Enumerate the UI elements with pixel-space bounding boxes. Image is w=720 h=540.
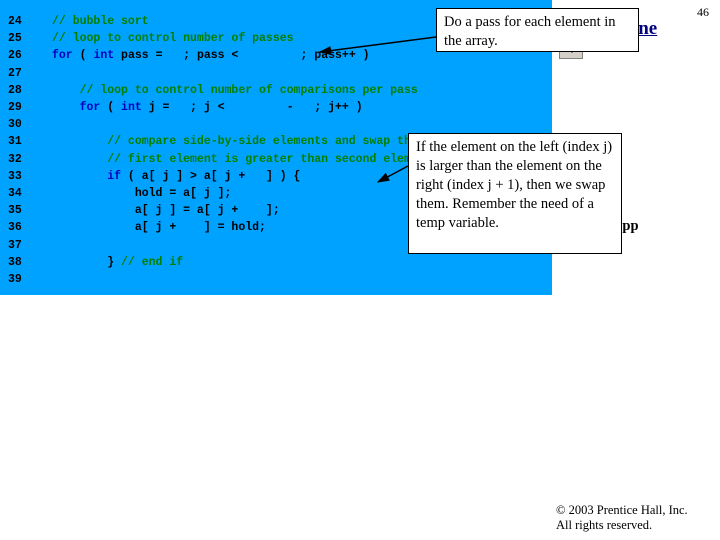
code-line: 30 [0,116,552,133]
code-line-text: if ( a[ j ] > a[ j + ] ) { [107,169,301,183]
code-line-text: for ( int pass = ; pass < ; pass++ ) [52,49,370,63]
code-line-number: 29 [8,101,22,114]
code-line-number: 26 [8,49,22,63]
code-line-number: 34 [8,187,22,200]
copyright-footer: © 2003 Prentice Hall, Inc. All rights re… [556,503,688,532]
code-line-text: } // end if [52,255,184,269]
code-line: 27 [0,65,552,82]
code-line: 28 // loop to control number of comparis… [0,82,552,99]
callout-swap: If the element on the left (index j) is … [408,133,622,254]
code-line-text: a[ j ] = a[ j + ]; [52,204,280,218]
code-line-number: 28 [8,83,22,97]
code-line-number: 37 [8,238,22,252]
code-line-number: 27 [8,66,22,80]
code-line-text: // loop to control number of passes [52,32,294,46]
code-line-number: 32 [8,152,22,166]
page-number: 46 [697,5,709,19]
code-line-number: 35 [8,204,22,218]
code-line-text: // loop to control number of comparisons… [52,83,418,97]
code-line-text: hold = a[ j ]; [52,187,232,200]
callout-pass: Do a pass for each element in the array. [436,8,639,52]
code-line-number: 24 [8,15,22,28]
code-line: 29 for ( int j = ; j < - ; j++ ) [0,99,552,116]
code-line: 39 [0,271,552,288]
code-line-number: 38 [8,255,22,269]
code-line: 38 } // end if [0,254,552,271]
code-line-text: for ( int j = ; j < - ; j++ ) [79,101,363,114]
code-line-number: 25 [8,32,22,46]
code-line-number: 30 [8,118,22,132]
code-line-number: 33 [8,169,22,183]
code-line-text: a[ j + ] = hold; [52,221,266,235]
code-line-number: 39 [8,273,22,286]
code-line-text: // bubble sort [52,15,149,28]
code-line-text: // compare side-by-side elements and swa… [52,135,446,149]
code-line-number: 31 [8,135,22,149]
code-line-number: 36 [8,221,22,235]
code-line-text: // first element is greater than second … [52,152,432,166]
